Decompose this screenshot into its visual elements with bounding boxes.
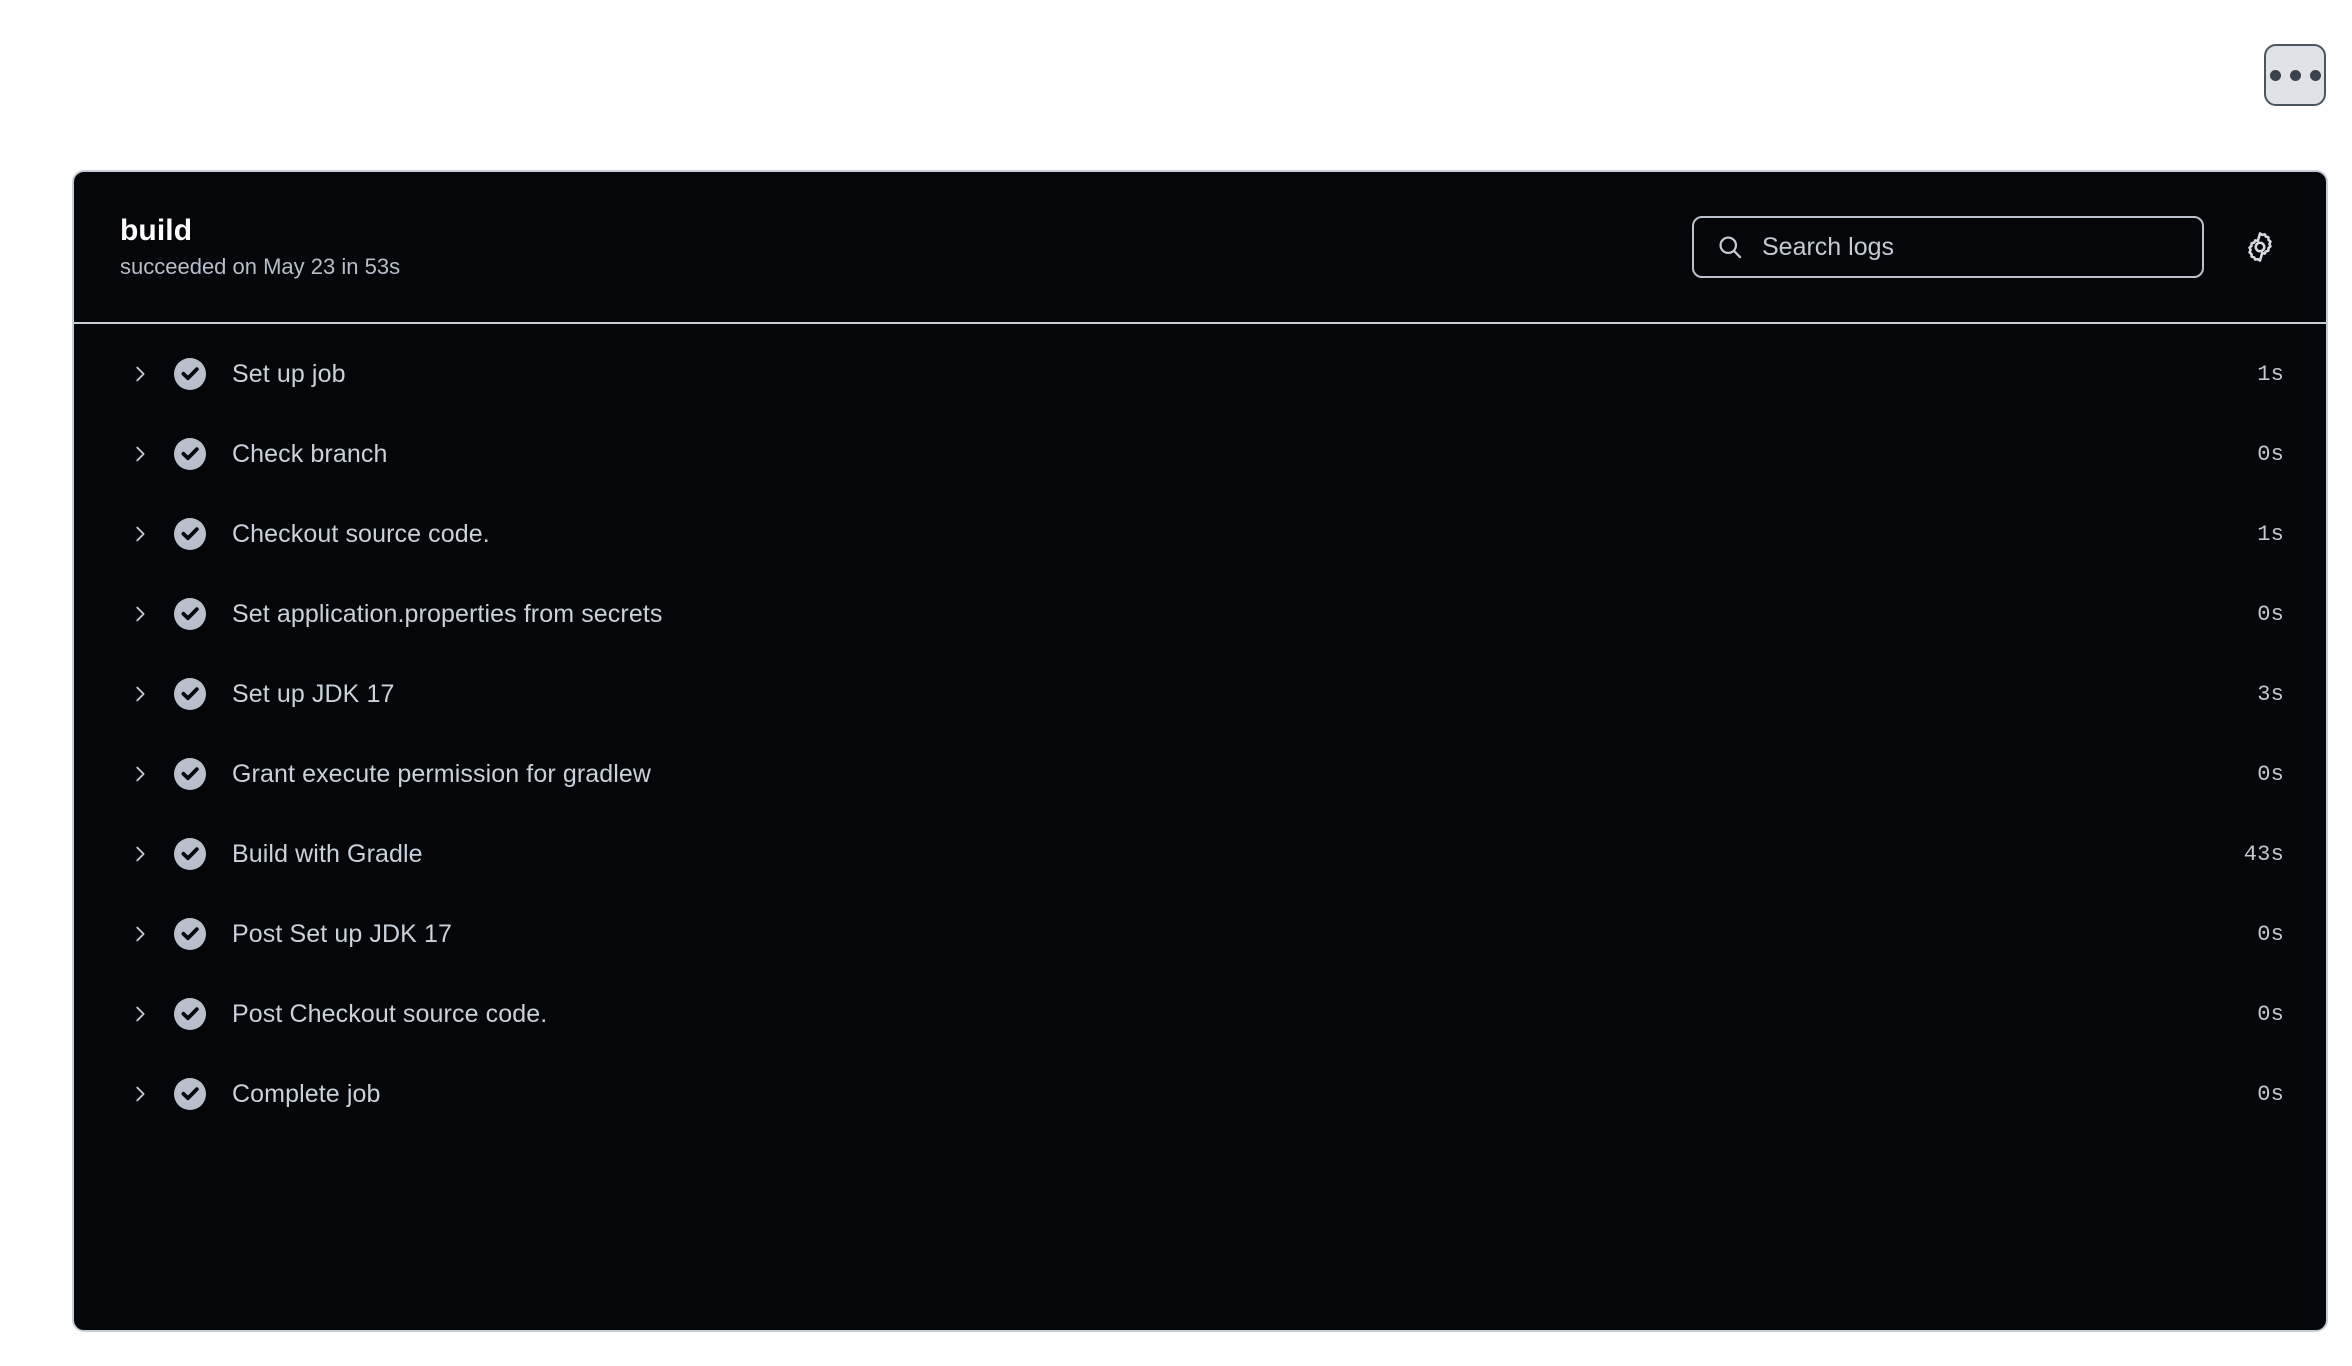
job-summary: build succeeded on May 23 in 53s bbox=[120, 214, 400, 279]
check-circle-icon bbox=[174, 518, 206, 550]
chevron-right-icon bbox=[129, 683, 151, 705]
search-icon bbox=[1716, 233, 1744, 261]
step-row[interactable]: Post Set up JDK 17 0s bbox=[74, 894, 2326, 974]
expand-step-button[interactable] bbox=[120, 1074, 160, 1114]
job-log-panel: build succeeded on May 23 in 53s bbox=[72, 170, 2328, 1332]
chevron-right-icon bbox=[129, 603, 151, 625]
step-row[interactable]: Post Checkout source code. 0s bbox=[74, 974, 2326, 1054]
kebab-horizontal-icon bbox=[2290, 70, 2301, 81]
step-name: Build with Gradle bbox=[232, 840, 423, 869]
step-duration: 43s bbox=[2244, 842, 2284, 867]
step-row[interactable]: Set up JDK 17 3s bbox=[74, 654, 2326, 734]
chevron-right-icon bbox=[129, 1083, 151, 1105]
step-row[interactable]: Build with Gradle 43s bbox=[74, 814, 2326, 894]
check-circle-icon bbox=[174, 598, 206, 630]
step-duration: 0s bbox=[2257, 762, 2284, 787]
job-title: build bbox=[120, 214, 400, 247]
chevron-right-icon bbox=[129, 923, 151, 945]
step-name: Post Checkout source code. bbox=[232, 1000, 547, 1029]
job-log-header: build succeeded on May 23 in 53s bbox=[74, 172, 2326, 324]
chevron-right-icon bbox=[129, 363, 151, 385]
step-row[interactable]: Checkout source code. 1s bbox=[74, 494, 2326, 574]
step-duration: 0s bbox=[2257, 1082, 2284, 1107]
job-status-line: succeeded on May 23 in 53s bbox=[120, 255, 400, 279]
expand-step-button[interactable] bbox=[120, 914, 160, 954]
check-circle-icon bbox=[174, 1078, 206, 1110]
step-name: Checkout source code. bbox=[232, 520, 490, 549]
step-row[interactable]: Complete job 0s bbox=[74, 1054, 2326, 1134]
check-circle-icon bbox=[174, 358, 206, 390]
step-name: Grant execute permission for gradlew bbox=[232, 760, 651, 789]
step-row[interactable]: Set application.properties from secrets … bbox=[74, 574, 2326, 654]
step-duration: 1s bbox=[2257, 362, 2284, 387]
expand-step-button[interactable] bbox=[120, 754, 160, 794]
step-duration: 1s bbox=[2257, 522, 2284, 547]
kebab-horizontal-icon bbox=[2270, 70, 2281, 81]
page-root: build succeeded on May 23 in 53s bbox=[0, 0, 2352, 1366]
expand-step-button[interactable] bbox=[120, 674, 160, 714]
kebab-horizontal-icon bbox=[2310, 70, 2321, 81]
step-duration: 0s bbox=[2257, 602, 2284, 627]
search-logs-box[interactable] bbox=[1692, 216, 2204, 278]
check-circle-icon bbox=[174, 678, 206, 710]
check-circle-icon bbox=[174, 758, 206, 790]
chevron-right-icon bbox=[129, 1003, 151, 1025]
step-duration: 0s bbox=[2257, 922, 2284, 947]
chevron-right-icon bbox=[129, 443, 151, 465]
step-duration: 0s bbox=[2257, 1002, 2284, 1027]
expand-step-button[interactable] bbox=[120, 434, 160, 474]
search-logs-input[interactable] bbox=[1762, 218, 2202, 276]
job-steps-list: Set up job 1s Check branch 0s bbox=[74, 324, 2326, 1134]
expand-step-button[interactable] bbox=[120, 994, 160, 1034]
step-row[interactable]: Grant execute permission for gradlew 0s bbox=[74, 734, 2326, 814]
step-name: Complete job bbox=[232, 1080, 381, 1109]
step-name: Set up JDK 17 bbox=[232, 680, 395, 709]
step-row[interactable]: Set up job 1s bbox=[74, 334, 2326, 414]
step-name: Set up job bbox=[232, 360, 346, 389]
check-circle-icon bbox=[174, 438, 206, 470]
expand-step-button[interactable] bbox=[120, 354, 160, 394]
gear-icon bbox=[2243, 230, 2277, 264]
step-duration: 0s bbox=[2257, 442, 2284, 467]
chevron-right-icon bbox=[129, 763, 151, 785]
expand-step-button[interactable] bbox=[120, 594, 160, 634]
chevron-right-icon bbox=[129, 523, 151, 545]
log-settings-button[interactable] bbox=[2234, 221, 2286, 273]
check-circle-icon bbox=[174, 998, 206, 1030]
step-row[interactable]: Check branch 0s bbox=[74, 414, 2326, 494]
step-duration: 3s bbox=[2257, 682, 2284, 707]
step-name: Set application.properties from secrets bbox=[232, 600, 663, 629]
more-options-button[interactable] bbox=[2264, 44, 2326, 106]
check-circle-icon bbox=[174, 838, 206, 870]
chevron-right-icon bbox=[129, 843, 151, 865]
step-name: Check branch bbox=[232, 440, 387, 469]
step-name: Post Set up JDK 17 bbox=[232, 920, 452, 949]
check-circle-icon bbox=[174, 918, 206, 950]
header-actions bbox=[1692, 216, 2286, 278]
expand-step-button[interactable] bbox=[120, 834, 160, 874]
expand-step-button[interactable] bbox=[120, 514, 160, 554]
